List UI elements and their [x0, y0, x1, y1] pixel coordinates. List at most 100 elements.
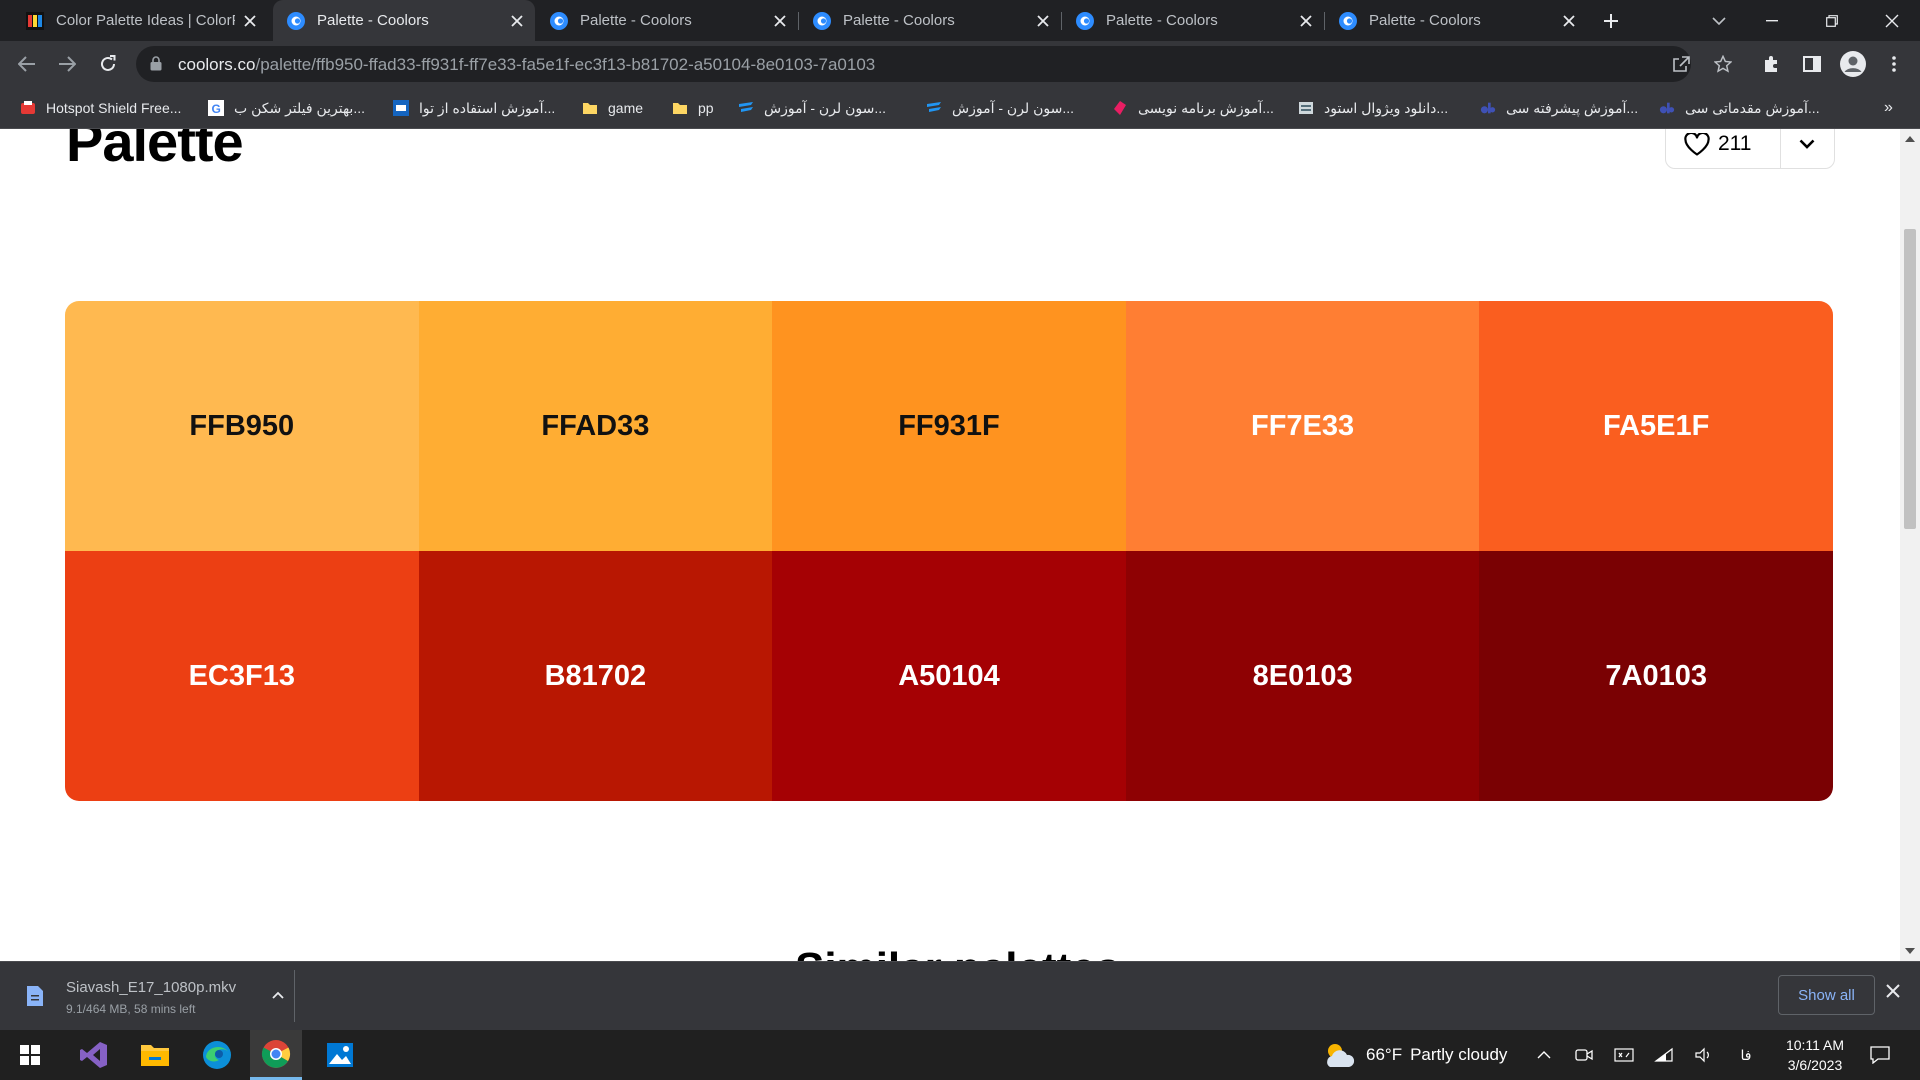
back-arrow-icon[interactable]	[12, 49, 42, 79]
like-count: 211	[1718, 132, 1752, 155]
color-swatch[interactable]: A50104	[772, 551, 1126, 801]
hex-code: 7A0103	[1605, 659, 1707, 692]
more-options-chevron-icon[interactable]	[1781, 139, 1834, 149]
color-swatch[interactable]: FF7E33	[1125, 301, 1480, 551]
extensions-puzzle-icon[interactable]	[1756, 49, 1786, 79]
download-file-name: Siavash_E17_1080p.mkv	[66, 978, 237, 996]
coolors-favicon-icon	[813, 11, 831, 30]
tab-close-icon[interactable]	[1557, 9, 1581, 33]
chevron-up-icon[interactable]	[272, 986, 284, 1004]
tab-title: Palette - Coolors	[1106, 12, 1218, 29]
bookmark-tutorial-usage[interactable]: آموزش استفاده از توا...	[393, 96, 555, 120]
address-bar[interactable]: coolors.co/palette/ffb950-ffad33-ff931f-…	[136, 46, 1691, 82]
weather-widget[interactable]: 66°F Partly cloudy	[1322, 1030, 1507, 1080]
tab-close-icon[interactable]	[505, 9, 529, 33]
tab-palette-coolors[interactable]: Palette - Coolors	[536, 0, 798, 41]
profile-avatar-icon[interactable]	[1838, 49, 1868, 79]
lock-icon[interactable]	[150, 56, 162, 76]
tab-close-icon[interactable]	[768, 9, 792, 33]
hex-code: FF7E33	[1251, 409, 1355, 442]
bookmark-star-icon[interactable]	[1708, 49, 1738, 79]
close-download-bar-icon[interactable]	[1886, 984, 1900, 1003]
palette-grid: FFB950 FFAD33 FF931F FF7E33 FA5E1F EC3F1…	[65, 301, 1833, 801]
file-icon	[26, 985, 50, 1009]
language-indicator[interactable]: فا	[1734, 1043, 1758, 1067]
photos-app-icon[interactable]	[314, 1030, 366, 1080]
minimize-icon[interactable]	[1748, 0, 1796, 41]
download-item[interactable]: Siavash_E17_1080p.mkv 9.1/464 MB, 58 min…	[16, 972, 292, 1022]
hex-code: FF931F	[898, 409, 1000, 442]
color-swatch[interactable]: FF931F	[772, 301, 1126, 551]
tab-palette-coolors[interactable]: Palette - Coolors	[1325, 0, 1587, 41]
color-swatch[interactable]: B81702	[418, 551, 773, 801]
url-text[interactable]: coolors.co/palette/ffb950-ffad33-ff931f-…	[178, 55, 875, 75]
file-explorer-icon[interactable]	[129, 1030, 181, 1080]
color-swatch[interactable]: FA5E1F	[1479, 301, 1833, 551]
new-tab-plus-icon[interactable]	[1594, 6, 1628, 36]
bookmark-sevenlearn-1[interactable]: سون لرن - آموزش...	[738, 96, 886, 120]
bookmark-label: آموزش مقدماتی سی...	[1685, 99, 1820, 116]
tab-search-chevron-icon[interactable]	[1695, 0, 1743, 41]
scroll-down-arrow-icon[interactable]	[1905, 946, 1915, 956]
color-swatch[interactable]: FFB950	[65, 301, 419, 551]
tab-color-palette-ideas[interactable]: Color Palette Ideas | ColorP	[12, 0, 268, 41]
meet-now-icon[interactable]	[1572, 1043, 1596, 1067]
menu-kebab-icon[interactable]	[1879, 49, 1909, 79]
coolors-favicon-icon	[287, 11, 305, 30]
folder-icon	[672, 100, 688, 116]
color-swatch[interactable]: 8E0103	[1125, 551, 1480, 801]
bookmark-download-visual-studio[interactable]: دانلود ویژوال استود...	[1298, 96, 1448, 120]
tab-close-icon[interactable]	[1294, 9, 1318, 33]
bookmark-label: دانلود ویژوال استود...	[1324, 99, 1449, 116]
bookmark-advanced-c[interactable]: آموزش پیشرفته سی...	[1480, 96, 1638, 120]
weather-temperature: 66°F	[1366, 1045, 1403, 1064]
wifi-icon[interactable]	[1652, 1043, 1676, 1067]
bookmark-sevenlearn-2[interactable]: سون لرن - آموزش...	[926, 96, 1074, 120]
visual-studio-icon[interactable]	[68, 1030, 120, 1080]
system-clock[interactable]: 10:11 AM 3/6/2023	[1770, 1035, 1860, 1075]
tab-title: Palette - Coolors	[580, 12, 692, 29]
color-swatch[interactable]: 7A0103	[1479, 551, 1833, 801]
hex-code: FA5E1F	[1603, 409, 1710, 442]
tab-palette-coolors[interactable]: Palette - Coolors	[1062, 0, 1324, 41]
bookmark-google-filter[interactable]: G بهترین فیلتر شکن ب...	[208, 96, 365, 120]
reload-icon[interactable]	[93, 49, 123, 79]
bookmark-folder-pp[interactable]: pp	[672, 96, 714, 120]
side-panel-icon[interactable]	[1797, 49, 1827, 79]
notifications-icon[interactable]	[1868, 1043, 1892, 1067]
clock-time: 10:11 AM	[1785, 1037, 1845, 1053]
show-all-button[interactable]: Show all	[1778, 975, 1875, 1015]
color-swatch[interactable]: FFAD33	[418, 301, 773, 551]
scroll-up-arrow-icon[interactable]	[1905, 134, 1915, 144]
site-blue-icon	[393, 100, 409, 116]
share-icon[interactable]	[1666, 49, 1696, 79]
chrome-browser-icon[interactable]	[250, 1030, 302, 1080]
bookmarks-overflow-chevron[interactable]: »	[1884, 96, 1893, 120]
forward-arrow-icon[interactable]	[52, 49, 82, 79]
coolors-favicon-icon	[1339, 11, 1357, 30]
scrollbar-thumb[interactable]	[1904, 229, 1916, 529]
bookmark-folder-game[interactable]: game	[582, 96, 643, 120]
close-window-icon[interactable]	[1868, 0, 1916, 41]
windows-start-icon[interactable]	[4, 1030, 56, 1080]
page-content: Palette 211 FFB950 FFAD33 FF931F FF7E33 …	[0, 129, 1900, 961]
bookmark-hotspot-shield[interactable]: Hotspot Shield Free...	[20, 96, 181, 120]
edge-browser-icon[interactable]	[191, 1030, 243, 1080]
bookmark-label: آموزش پیشرفته سی...	[1506, 99, 1639, 116]
input-method-icon[interactable]	[1612, 1043, 1636, 1067]
tab-palette-coolors-active[interactable]: Palette - Coolors	[273, 0, 535, 41]
page-scrollbar[interactable]	[1900, 129, 1920, 961]
color-swatch[interactable]: EC3F13	[65, 551, 419, 801]
restore-icon[interactable]	[1808, 0, 1856, 41]
tab-close-icon[interactable]	[1031, 9, 1055, 33]
bookmark-intro-c[interactable]: آموزش مقدماتی سی...	[1659, 96, 1820, 120]
bookmark-label: pp	[698, 100, 714, 116]
volume-icon[interactable]	[1692, 1043, 1716, 1067]
url-path: /palette/ffb950-ffad33-ff931f-ff7e33-fa5…	[255, 55, 876, 74]
svg-text:G: G	[212, 102, 221, 116]
tab-close-icon[interactable]	[239, 9, 262, 33]
heart-icon[interactable]	[1684, 132, 1710, 156]
bookmark-programming-tutorial[interactable]: آموزش برنامه نویسی...	[1112, 96, 1274, 120]
show-hidden-icons-chevron-icon[interactable]	[1532, 1043, 1556, 1067]
tab-palette-coolors[interactable]: Palette - Coolors	[799, 0, 1061, 41]
